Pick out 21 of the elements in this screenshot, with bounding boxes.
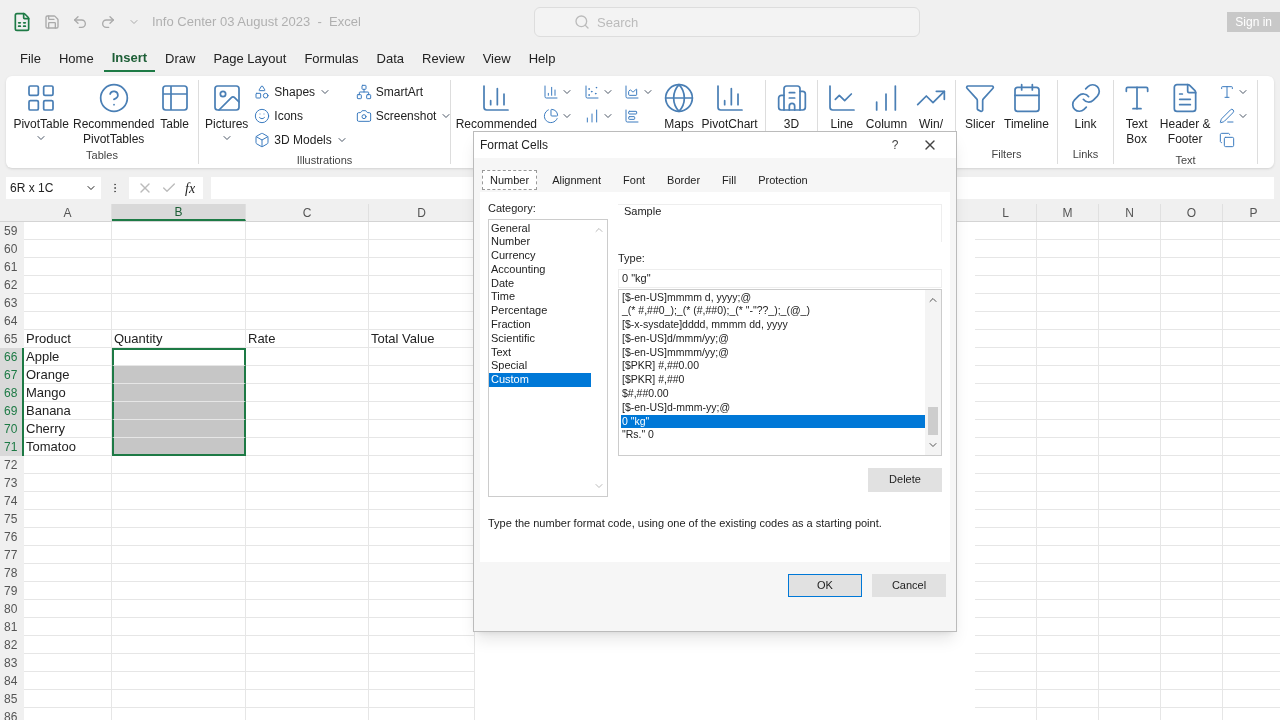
dialog-title: Format Cells	[480, 137, 549, 154]
sample-label: Sample	[624, 205, 662, 217]
cell-text: Orange	[26, 365, 70, 384]
cell-text: Total Value	[371, 329, 435, 348]
cell-text: Apple	[26, 347, 60, 366]
cell-text: Quantity	[114, 329, 163, 348]
cell-text: Mango	[26, 383, 66, 402]
window-title: Info Center 03 August 2023 - Excel	[152, 13, 362, 32]
group-label: Filters	[991, 148, 1022, 160]
type-label: Type:	[618, 251, 646, 266]
hint-text: Type the number format code, using one of the existing codes as a starting point.	[488, 515, 883, 531]
cell-text: Banana	[26, 401, 71, 420]
group-label: Tables	[86, 149, 118, 161]
group-label: Text	[1175, 154, 1196, 166]
cell-text: Rate	[248, 329, 276, 348]
cell-text: Tomatoo	[26, 437, 76, 456]
category-label: Category:	[488, 201, 537, 216]
group-label: Illustrations	[296, 154, 353, 166]
cell-text: Product	[26, 329, 71, 348]
group-label: Links	[1072, 148, 1099, 160]
cell-text: Cherry	[26, 419, 65, 438]
